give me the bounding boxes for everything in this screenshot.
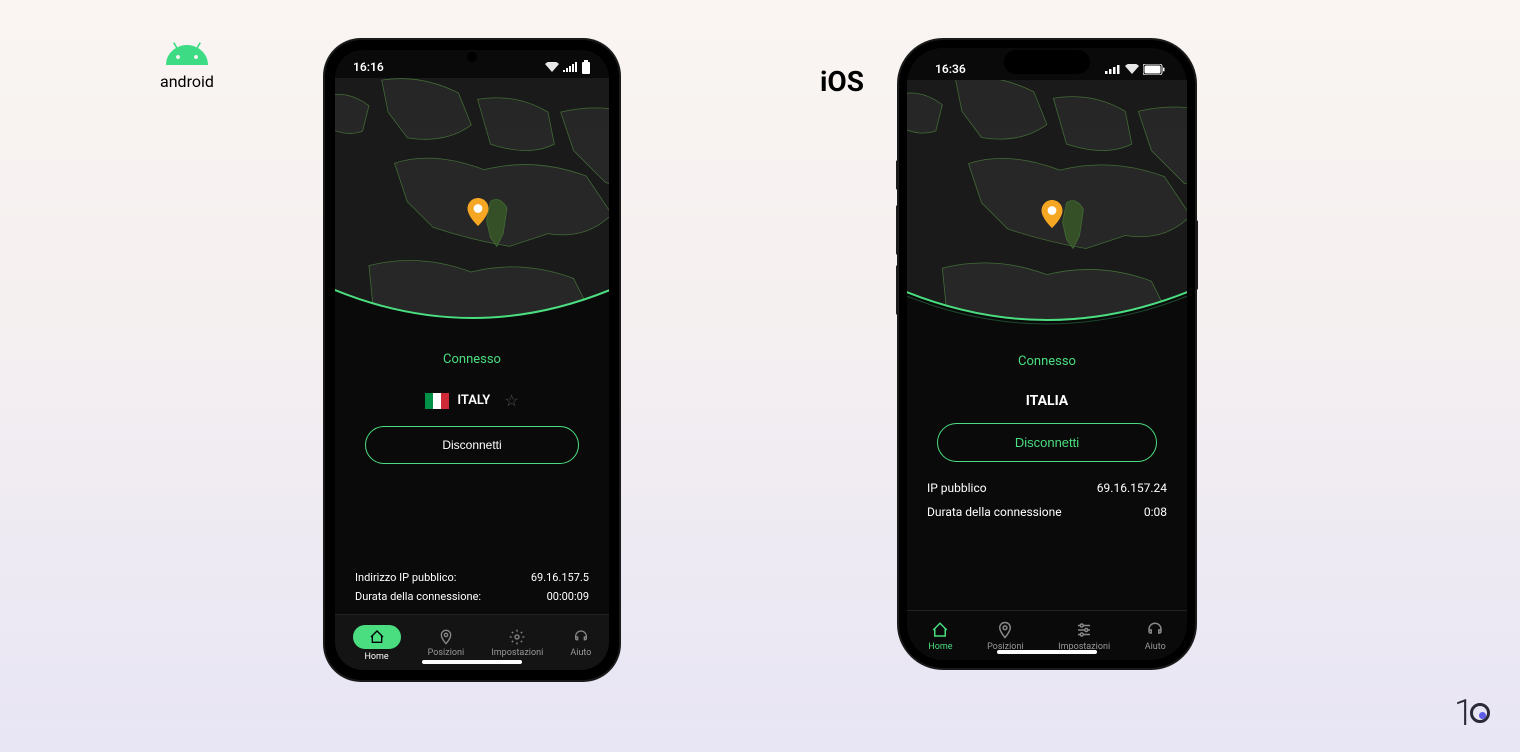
nav-home[interactable]: Home (349, 623, 405, 664)
duration-value: 00:00:09 (547, 590, 589, 603)
pin-icon (996, 621, 1014, 639)
nav-locations-label: Posizioni (428, 648, 465, 658)
disconnect-button[interactable]: Disconnetti (937, 423, 1157, 462)
home-indicator[interactable] (422, 660, 522, 664)
headset-icon (573, 629, 589, 645)
watermark-logo: 1 (1454, 692, 1490, 734)
duration-info-row: Durata della connessione: 00:00:09 (353, 587, 591, 606)
wifi-icon (1125, 64, 1139, 74)
ip-value: 69.16.157.24 (1097, 481, 1167, 495)
ip-label: IP pubblico (927, 481, 987, 495)
sliders-icon (1075, 621, 1093, 639)
nav-help-label: Aiuto (1145, 642, 1166, 652)
pin-icon (438, 629, 454, 645)
signal-icon (1105, 64, 1121, 74)
map-area (907, 80, 1187, 340)
country-selector[interactable]: ITALY ☆ (425, 391, 518, 410)
duration-value: 0:08 (1144, 505, 1167, 519)
arc-divider (335, 268, 609, 338)
dynamic-island (1004, 50, 1090, 74)
status-time: 16:16 (353, 60, 384, 74)
nav-home[interactable]: Home (924, 619, 956, 654)
duration-label: Durata della connessione: (355, 590, 481, 603)
disconnect-button[interactable]: Disconnetti (365, 426, 579, 464)
android-robot-icon (163, 40, 211, 68)
nav-locations[interactable]: Posizioni (983, 619, 1028, 654)
android-phone-mockup: 16:16 (325, 40, 619, 680)
arc-divider (907, 270, 1187, 340)
connection-status: Connesso (443, 352, 501, 367)
favorite-star-icon[interactable]: ☆ (504, 391, 518, 410)
italy-flag-icon (425, 393, 449, 409)
nav-home-label: Home (928, 642, 952, 652)
battery-icon (581, 60, 591, 74)
camera-dot (467, 52, 477, 62)
ip-info-row: Indirizzo IP pubblico: 69.16.157.5 (353, 568, 591, 587)
nav-locations[interactable]: Posizioni (424, 627, 469, 660)
location-pin-icon (467, 198, 489, 226)
status-time: 16:36 (935, 62, 966, 76)
duration-label: Durata della connessione (927, 505, 1062, 519)
home-icon (931, 621, 949, 639)
ios-side-button (1195, 220, 1198, 290)
home-indicator[interactable] (997, 650, 1097, 654)
android-label-text: android (160, 72, 214, 91)
nav-settings[interactable]: Impostazioni (487, 627, 547, 660)
battery-icon (1143, 64, 1165, 75)
nav-help[interactable]: Aiuto (1141, 619, 1170, 654)
nav-help-label: Aiuto (570, 648, 591, 658)
nav-settings-label: Impostazioni (491, 648, 543, 658)
nav-settings[interactable]: Impostazioni (1054, 619, 1114, 654)
country-name: ITALY (457, 393, 490, 408)
headset-icon (1146, 621, 1164, 639)
location-pin-icon (1041, 200, 1063, 228)
connection-status: Connesso (1018, 354, 1076, 369)
home-icon (369, 629, 385, 645)
ip-label: Indirizzo IP pubblico: (355, 571, 456, 584)
nav-help[interactable]: Aiuto (566, 627, 595, 660)
country-name[interactable]: ITALIA (1026, 393, 1068, 409)
map-area (335, 78, 609, 338)
watermark-dot-icon (1470, 703, 1490, 723)
android-platform-label: android (160, 40, 214, 91)
ios-phone-mockup: 16:36 (899, 40, 1195, 668)
duration-info-row: Durata della connessione 0:08 (925, 500, 1169, 524)
wifi-icon (545, 62, 559, 72)
ip-value: 69.16.157.5 (531, 571, 589, 584)
signal-icon (563, 62, 577, 72)
gear-icon (509, 629, 525, 645)
ip-info-row: IP pubblico 69.16.157.24 (925, 476, 1169, 500)
ios-platform-label: iOS (820, 65, 864, 98)
nav-home-label: Home (364, 652, 388, 662)
